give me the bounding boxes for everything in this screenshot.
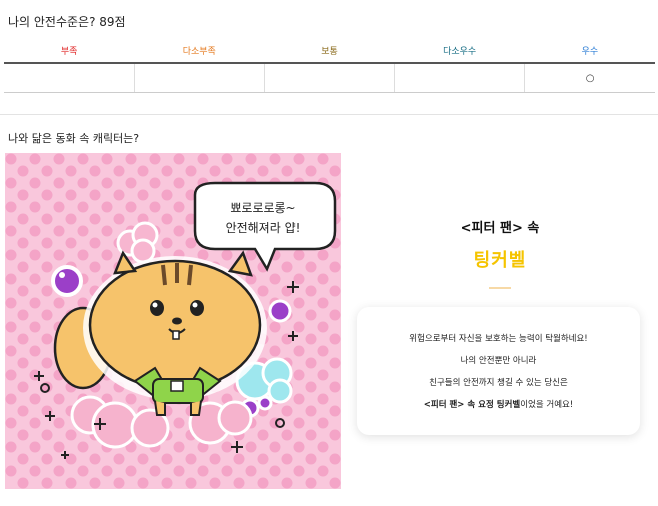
character-question: 나와 닮은 동화 속 캐릭터는? (8, 132, 140, 145)
description-tail: 이었을 거예요! (520, 400, 574, 410)
story-title: <피터 팬> 속 (460, 221, 540, 236)
level-cell-average (263, 63, 395, 93)
character-illustration: 뾰로로로롱~ 안전해져라 얍! (5, 153, 341, 489)
level-header-somewhat-poor: 다소부족 (134, 38, 265, 64)
section-divider (0, 114, 658, 115)
description-line-2: 나의 안전뿐만 아니라 (460, 356, 537, 366)
character-name: 팅커벨 (473, 250, 527, 271)
name-underline (489, 287, 511, 289)
description-card: 위험으로부터 자신을 보호하는 능력이 탁월하네요! 나의 안전뿐만 아니라 친… (357, 307, 640, 435)
level-header-somewhat-good: 다소우수 (394, 38, 525, 64)
level-cell-somewhat-good (394, 63, 525, 93)
level-mark-row: ○ (4, 63, 655, 93)
description-highlight: <피터 팬> 속 요정 팅커벨 (423, 400, 521, 410)
level-header-average: 보통 (264, 38, 395, 64)
level-cell-somewhat-poor (133, 63, 265, 93)
level-cell-poor (4, 63, 135, 93)
description-line-1: 위험으로부터 자신을 보호하는 능력이 탁월하네요! (409, 334, 588, 344)
speech-line-2: 안전해져라 얍! (226, 221, 301, 235)
level-header-poor: 부족 (4, 38, 135, 64)
description-line-3: 친구들의 안전까지 챙길 수 있는 당신은 (429, 378, 568, 388)
score-title: 나의 안전수준은? 89점 (8, 15, 126, 29)
level-cell-excellent: ○ (524, 63, 655, 93)
level-header-excellent: 우수 (524, 38, 655, 64)
speech-line-1: 뾰로로로롱~ (230, 201, 295, 215)
description-line-4: <피터 팬> 속 요정 팅커벨이었을 거예요! (357, 398, 640, 410)
safety-level-table: 부족 다소부족 보통 다소우수 우수 ○ (4, 38, 655, 93)
